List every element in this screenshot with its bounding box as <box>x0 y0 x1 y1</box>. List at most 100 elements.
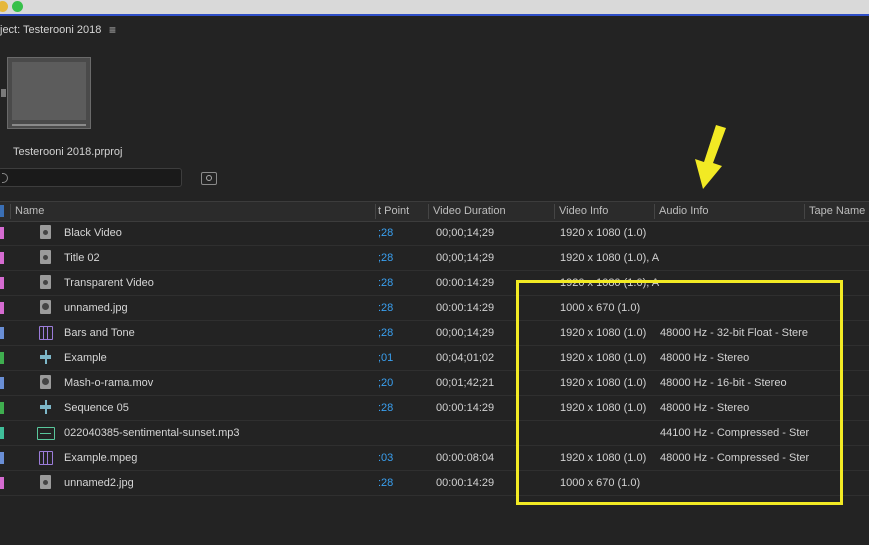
item-name[interactable]: Transparent Video <box>64 277 154 289</box>
label-color-swatch[interactable] <box>0 277 4 289</box>
label-color-swatch[interactable] <box>0 377 4 389</box>
clip-icon <box>40 275 51 289</box>
zoom-button[interactable] <box>12 1 23 12</box>
item-video-info: 1920 x 1080 (1.0), A <box>560 277 660 289</box>
label-color-swatch[interactable] <box>0 252 4 264</box>
item-name[interactable]: 022040385-sentimental-sunset.mp3 <box>64 427 240 439</box>
item-audio-info: 48000 Hz - 16-bit - Stereo <box>660 377 787 389</box>
label-color-swatch[interactable] <box>0 427 4 439</box>
minimize-button[interactable] <box>0 1 8 12</box>
column-divider[interactable] <box>554 204 555 219</box>
item-audio-info: 48000 Hz - Stereo <box>660 402 750 414</box>
column-tape-name[interactable]: Tape Name <box>809 205 865 217</box>
table-row[interactable]: unnamed.jpg :28 00:00:14:29 1000 x 670 (… <box>0 296 869 321</box>
column-divider[interactable] <box>654 204 655 219</box>
annotation-arrow-icon <box>695 125 726 189</box>
clip-icon <box>40 250 51 264</box>
column-video-info[interactable]: Video Info <box>559 205 608 217</box>
item-video-info: 1920 x 1080 (1.0) <box>560 327 647 339</box>
column-name[interactable]: Name <box>15 205 44 217</box>
item-name[interactable]: Example <box>64 352 107 364</box>
project-filename: Testerooni 2018.prproj <box>13 146 123 158</box>
image-icon <box>40 375 51 389</box>
table-row[interactable]: Sequence 05 :28 00:00:14:29 1920 x 1080 … <box>0 396 869 421</box>
item-in-point[interactable]: ;28 <box>378 252 393 264</box>
table-row[interactable]: Title 02 ;28 00;00;14;29 1920 x 1080 (1.… <box>0 246 869 271</box>
search-icon <box>2 173 8 183</box>
column-video-duration[interactable]: Video Duration <box>433 205 506 217</box>
table-row[interactable]: Mash-o-rama.mov ;20 00;01;42;21 1920 x 1… <box>0 371 869 396</box>
window-titlebar <box>0 0 869 16</box>
table-row[interactable]: unnamed2.jpg :28 00:00:14:29 1000 x 670 … <box>0 471 869 496</box>
label-color-swatch[interactable] <box>0 477 4 489</box>
item-name[interactable]: Mash-o-rama.mov <box>64 377 153 389</box>
project-panel-title[interactable]: ject: Testerooni 2018 <box>0 24 101 36</box>
image-icon <box>40 300 51 314</box>
thumbnail-edge <box>1 89 6 97</box>
item-video-duration: 00;00;14;29 <box>436 327 495 339</box>
find-button[interactable] <box>201 172 217 185</box>
item-in-point[interactable]: :03 <box>378 452 393 464</box>
item-video-info: 1920 x 1080 (1.0) <box>560 227 647 239</box>
label-column-header[interactable] <box>0 205 4 217</box>
table-row[interactable]: Bars and Tone ;28 00;00;14;29 1920 x 108… <box>0 321 869 346</box>
item-audio-info: 48000 Hz - Stereo <box>660 352 750 364</box>
sequence-icon <box>40 400 51 414</box>
item-name[interactable]: Example.mpeg <box>64 452 137 464</box>
item-audio-info: 48000 Hz - 32-bit Float - Stere <box>660 327 808 339</box>
item-name[interactable]: unnamed2.jpg <box>64 477 134 489</box>
column-divider[interactable] <box>375 204 376 219</box>
column-audio-info[interactable]: Audio Info <box>659 205 709 217</box>
audio-icon <box>37 427 55 440</box>
search-input[interactable] <box>0 168 182 187</box>
item-in-point[interactable]: :28 <box>378 302 393 314</box>
table-row[interactable]: Transparent Video :28 00:00:14:29 1920 x… <box>0 271 869 296</box>
table-row[interactable]: Black Video ;28 00;00;14;29 1920 x 1080 … <box>0 221 869 246</box>
label-color-swatch[interactable] <box>0 452 4 464</box>
label-color-swatch[interactable] <box>0 327 4 339</box>
label-color-swatch[interactable] <box>0 352 4 364</box>
item-in-point[interactable]: ;28 <box>378 227 393 239</box>
item-name[interactable]: Sequence 05 <box>64 402 129 414</box>
item-in-point[interactable]: :28 <box>378 277 393 289</box>
column-header-row: Name t Point Video Duration Video Info A… <box>0 201 869 222</box>
item-video-info: 1000 x 670 (1.0) <box>560 302 641 314</box>
item-name[interactable]: unnamed.jpg <box>64 302 128 314</box>
item-in-point[interactable]: ;28 <box>378 327 393 339</box>
item-video-info: 1920 x 1080 (1.0) <box>560 452 647 464</box>
table-row[interactable]: Example ;01 00;04;01;02 1920 x 1080 (1.0… <box>0 346 869 371</box>
item-video-duration: 00;00;14;29 <box>436 252 495 264</box>
item-video-duration: 00;01;42;21 <box>436 377 495 389</box>
item-name[interactable]: Bars and Tone <box>64 327 135 339</box>
thumbnail-scrub-bar[interactable] <box>12 124 86 126</box>
label-color-swatch[interactable] <box>0 402 4 414</box>
item-name[interactable]: Title 02 <box>64 252 100 264</box>
item-in-point[interactable]: ;20 <box>378 377 393 389</box>
item-in-point[interactable]: :28 <box>378 477 393 489</box>
table-row[interactable]: Example.mpeg :03 00:00:08:04 1920 x 1080… <box>0 446 869 471</box>
item-video-info: 1920 x 1080 (1.0), A <box>560 252 660 264</box>
table-row[interactable]: 022040385-sentimental-sunset.mp3 44100 H… <box>0 421 869 446</box>
item-video-duration: 00:00:08:04 <box>436 452 495 464</box>
column-in-point[interactable]: t Point <box>378 205 409 217</box>
project-thumbnail <box>1 57 91 129</box>
item-video-duration: 00;00;14;29 <box>436 227 495 239</box>
item-name[interactable]: Black Video <box>64 227 122 239</box>
panel-menu-icon[interactable]: ≡ <box>109 23 116 37</box>
item-video-info: 1920 x 1080 (1.0) <box>560 352 647 364</box>
item-video-duration: 00:00:14:29 <box>436 477 495 489</box>
column-divider[interactable] <box>428 204 429 219</box>
item-video-duration: 00:00:14:29 <box>436 402 495 414</box>
label-color-swatch[interactable] <box>0 302 4 314</box>
thumbnail-preview <box>12 62 86 120</box>
item-in-point[interactable]: ;01 <box>378 352 393 364</box>
column-divider[interactable] <box>10 204 11 219</box>
item-video-info: 1000 x 670 (1.0) <box>560 477 641 489</box>
item-audio-info: 48000 Hz - Compressed - Ster <box>660 452 810 464</box>
clip-icon <box>40 475 51 489</box>
column-divider[interactable] <box>804 204 805 219</box>
item-in-point[interactable]: :28 <box>378 402 393 414</box>
label-color-swatch[interactable] <box>0 227 4 239</box>
item-video-duration: 00;04;01;02 <box>436 352 495 364</box>
project-items-list: Black Video ;28 00;00;14;29 1920 x 1080 … <box>0 221 869 496</box>
